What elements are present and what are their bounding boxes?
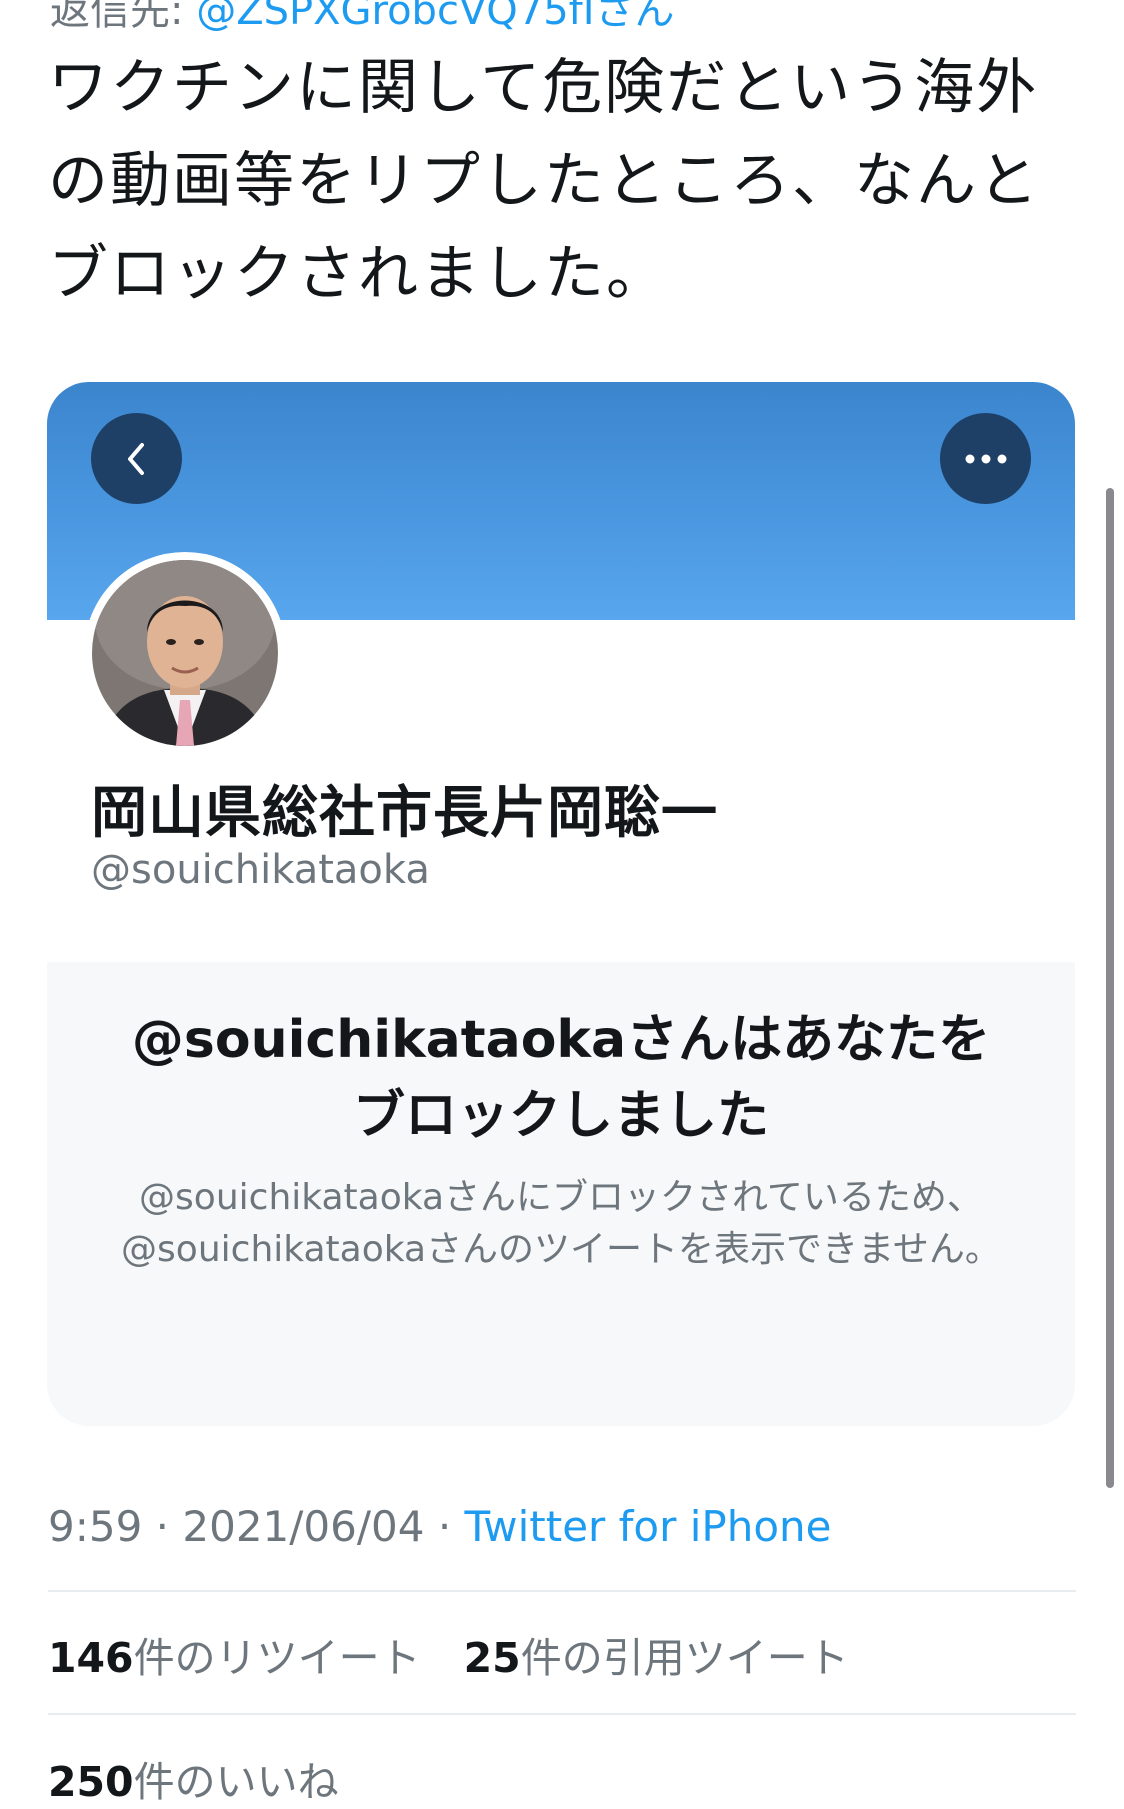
profile-avatar[interactable] bbox=[84, 552, 286, 754]
likes-label: 件のいいね bbox=[133, 1758, 339, 1806]
separator-dot: · bbox=[424, 1502, 465, 1551]
quote-tweets-stat[interactable]: 25件の引用ツイート bbox=[464, 1624, 849, 1684]
retweets-label: 件のリツイート bbox=[133, 1634, 421, 1682]
tweet-date: 2021/06/04 bbox=[182, 1502, 425, 1551]
scrollbar[interactable] bbox=[1106, 488, 1114, 1488]
likes-stats-row: 250件のいいね bbox=[48, 1748, 369, 1808]
embedded-profile-card[interactable]: 岡山県総社市長片岡聡一 @souichikataoka @souichikata… bbox=[47, 382, 1075, 1426]
reply-to-prefix: 返信先: bbox=[50, 0, 197, 34]
blocked-notice-panel: @souichikataokaさんはあなたを ブロックしました @souichi… bbox=[47, 962, 1075, 1426]
likes-stat[interactable]: 250件のいいね bbox=[48, 1748, 339, 1808]
back-button[interactable] bbox=[91, 413, 182, 504]
ellipsis-icon bbox=[965, 454, 1006, 463]
engagement-stats-row: 146件のリツイート 25件の引用ツイート bbox=[48, 1624, 879, 1684]
quotes-count: 25 bbox=[463, 1634, 521, 1682]
separator-dot: · bbox=[142, 1502, 183, 1551]
reply-to-line: 返信先: @ZSPXGrobcVQ75fIさん bbox=[50, 0, 675, 36]
blocked-description: @souichikataokaさんにブロックされているため、 @souichik… bbox=[121, 1177, 1001, 1270]
retweets-stat[interactable]: 146件のリツイート bbox=[48, 1624, 421, 1684]
tweet-source-link[interactable]: Twitter for iPhone bbox=[465, 1502, 832, 1551]
divider bbox=[48, 1590, 1076, 1592]
retweets-count: 146 bbox=[48, 1634, 134, 1682]
avatar-photo bbox=[92, 560, 278, 746]
divider bbox=[48, 1713, 1076, 1715]
tweet-timestamp: 9:59 · 2021/06/04 · Twitter for iPhone bbox=[48, 1502, 832, 1551]
quotes-label: 件の引用ツイート bbox=[520, 1634, 849, 1682]
profile-display-name: 岡山県総社市長片岡聡一 bbox=[91, 781, 718, 846]
chevron-left-icon bbox=[127, 442, 144, 475]
reply-to-handle-link[interactable]: @ZSPXGrobcVQ75fIさん bbox=[196, 0, 674, 34]
blocked-title: @souichikataokaさんはあなたを ブロックしました bbox=[131, 1010, 991, 1146]
profile-screen-name: @souichikataoka bbox=[91, 847, 430, 893]
tweet-time: 9:59 bbox=[48, 1502, 143, 1551]
more-options-button[interactable] bbox=[940, 413, 1031, 504]
likes-count: 250 bbox=[48, 1758, 134, 1806]
tweet-text: ワクチンに関して危険だという海外 の動画等をリプしたところ、なんと ブロックされ… bbox=[48, 53, 1040, 309]
